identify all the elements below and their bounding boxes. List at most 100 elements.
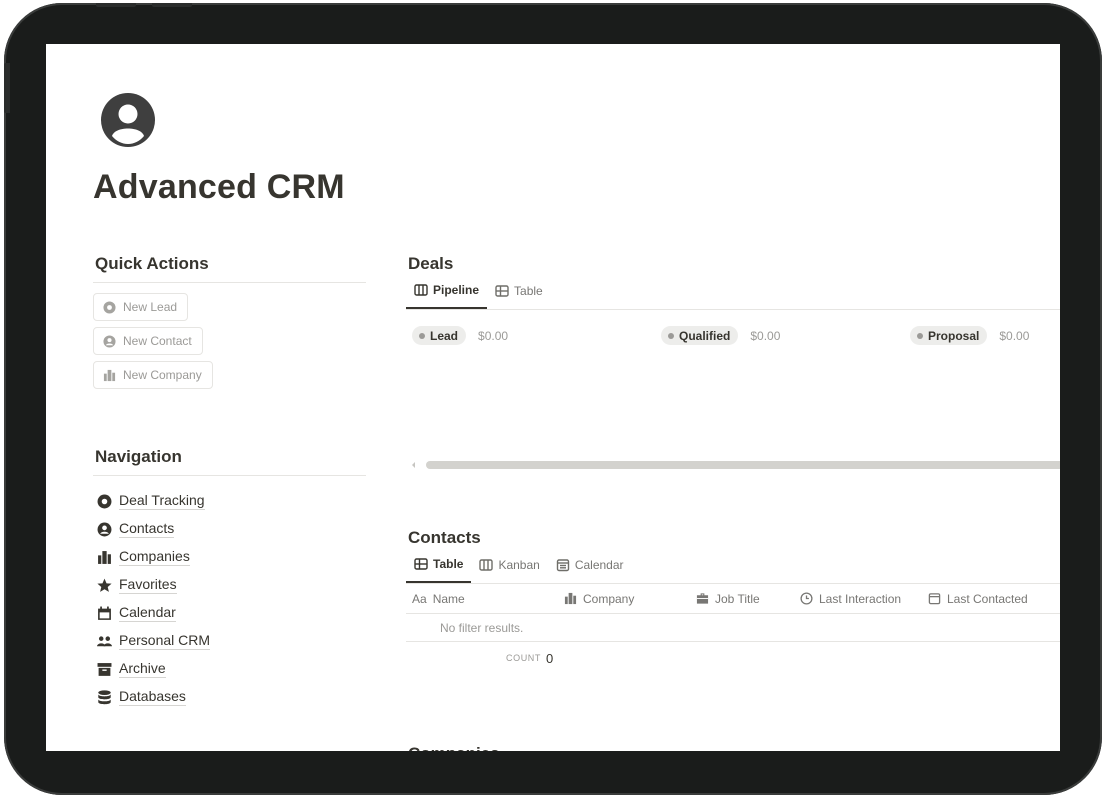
device-button	[152, 3, 192, 7]
device-button	[96, 3, 136, 7]
clock-icon	[800, 592, 813, 605]
tab-label: Pipeline	[433, 283, 480, 297]
page-title: Advanced CRM	[93, 168, 345, 206]
tab-label: Table	[433, 557, 464, 571]
companies-database: Companies	[406, 740, 1060, 751]
status-dot	[917, 332, 923, 339]
contacts-title[interactable]: Contacts	[406, 524, 1060, 554]
tab-table[interactable]: Table	[487, 279, 551, 309]
nav-item-calendar[interactable]: Calendar	[93, 599, 366, 627]
column-label: Job Title	[715, 591, 760, 606]
column-label: Last Interaction	[819, 591, 902, 606]
count-value: 0	[546, 650, 554, 666]
contacts-table-header: Aa Name Company Job Title Last Interacti…	[406, 584, 1060, 614]
columns-icon	[479, 559, 494, 571]
scroll-left-arrow[interactable]	[412, 462, 415, 468]
nav-label: Deal Tracking	[119, 492, 205, 510]
board-group-proposal[interactable]: Proposal $0.00	[910, 326, 1029, 345]
circle-icon	[103, 300, 116, 314]
pipeline-board: Lead $0.00 Qualified $0.00 Proposal $0.0…	[406, 310, 1060, 470]
star-icon	[97, 578, 112, 592]
scroll-thumb[interactable]	[426, 461, 1060, 469]
table-icon	[414, 558, 428, 570]
nav-item-archive[interactable]: Archive	[93, 655, 366, 683]
text-property-icon: Aa	[412, 591, 427, 606]
nav-label: Calendar	[119, 604, 176, 622]
device-button	[4, 63, 10, 113]
contacts-database: Contacts Table Kanban Calendar Aa Name C…	[406, 524, 1060, 674]
column-label: Last Contacted	[947, 591, 1028, 606]
companies-title[interactable]: Companies	[406, 740, 1060, 751]
quick-actions-list: New Lead New Contact New Company	[93, 293, 366, 395]
column-header-last-contacted[interactable]: Last Contacted	[922, 592, 1052, 606]
right-column: Deals Pipeline Table Lead $0.00 Qualifie…	[406, 250, 1060, 751]
briefcase-icon	[696, 593, 709, 604]
new-company-label: New Company	[123, 368, 202, 382]
notion-page: Advanced CRM Quick Actions New Lead New …	[46, 44, 1060, 751]
nav-item-companies[interactable]: Companies	[93, 543, 366, 571]
column-header-last-interaction[interactable]: Last Interaction	[794, 592, 922, 606]
column-header-job-title[interactable]: Job Title	[690, 592, 794, 606]
tab-calendar[interactable]: Calendar	[548, 553, 632, 583]
group-sum: $0.00	[478, 328, 509, 343]
calendar-icon	[556, 559, 570, 572]
nav-item-deal-tracking[interactable]: Deal Tracking	[93, 487, 366, 515]
board-group-qualified[interactable]: Qualified $0.00	[661, 326, 780, 345]
new-company-button[interactable]: New Company	[93, 361, 213, 389]
nav-item-databases[interactable]: Databases	[93, 683, 366, 711]
status-pill: Proposal	[910, 326, 988, 345]
nav-label: Favorites	[119, 576, 177, 594]
table-icon	[495, 285, 509, 297]
buildings-icon	[103, 369, 116, 381]
nav-label: Companies	[119, 548, 190, 566]
board-group-lead[interactable]: Lead $0.00	[412, 326, 508, 345]
tab-table[interactable]: Table	[406, 553, 472, 583]
status-pill: Lead	[412, 326, 467, 345]
nav-item-personal-crm[interactable]: Personal CRM	[93, 627, 366, 655]
contacts-view-tabs: Table Kanban Calendar	[406, 554, 1060, 584]
person-circle-icon[interactable]	[100, 92, 156, 148]
calendar-icon	[98, 606, 111, 620]
nav-label: Archive	[119, 660, 166, 678]
nav-label: Personal CRM	[119, 632, 211, 650]
count-footer[interactable]: COUNT 0	[406, 642, 1060, 674]
nav-label: Databases	[119, 688, 186, 706]
buildings-icon	[98, 550, 111, 564]
horizontal-scrollbar[interactable]	[412, 460, 1060, 470]
navigation-heading: Navigation	[93, 443, 366, 476]
calendar-icon	[928, 593, 941, 605]
tab-label: Table	[514, 284, 543, 298]
new-contact-label: New Contact	[123, 334, 192, 348]
empty-state-row: No filter results.	[406, 614, 1060, 642]
status-dot	[419, 332, 425, 339]
left-column: Quick Actions New Lead New Contact New C…	[93, 250, 366, 711]
new-lead-button[interactable]: New Lead	[93, 293, 189, 321]
nav-item-favorites[interactable]: Favorites	[93, 571, 366, 599]
status-dot	[668, 332, 674, 339]
archive-icon	[97, 662, 112, 676]
new-lead-label: New Lead	[123, 300, 178, 314]
group-sum: $0.00	[750, 328, 781, 343]
navigation-list: Deal Tracking Contacts Companies Favorit…	[93, 487, 366, 711]
new-contact-button[interactable]: New Contact	[93, 327, 203, 355]
deals-title[interactable]: Deals	[406, 250, 1060, 280]
column-header-name[interactable]: Aa Name	[406, 592, 558, 606]
tab-pipeline[interactable]: Pipeline	[406, 279, 488, 309]
group-label: Lead	[430, 328, 459, 343]
nav-label: Contacts	[119, 520, 175, 538]
person-circle-icon	[103, 334, 116, 348]
tab-label: Kanban	[498, 558, 540, 572]
count-label: COUNT	[506, 653, 541, 663]
column-label: Company	[583, 591, 635, 606]
tab-kanban[interactable]: Kanban	[471, 553, 547, 583]
quick-actions-heading: Quick Actions	[93, 250, 366, 283]
group-label: Qualified	[679, 328, 731, 343]
nav-item-contacts[interactable]: Contacts	[93, 515, 366, 543]
buildings-icon	[564, 592, 577, 605]
database-icon	[98, 689, 111, 704]
column-header-company[interactable]: Company	[558, 592, 690, 606]
deals-view-tabs: Pipeline Table	[406, 280, 1060, 310]
people-icon	[97, 635, 112, 646]
circle-icon	[97, 494, 112, 508]
person-circle-icon	[97, 522, 112, 536]
